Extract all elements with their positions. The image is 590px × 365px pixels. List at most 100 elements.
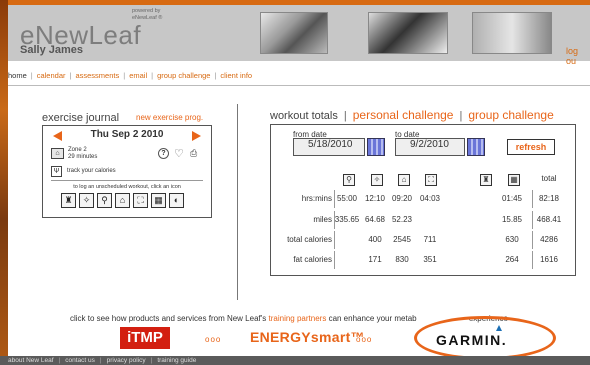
nav-separator: |	[151, 71, 154, 80]
footer-contact-link[interactable]: contact us	[65, 357, 95, 364]
footer-separator: |	[58, 357, 61, 364]
nav-calendar[interactable]: calendar	[37, 71, 66, 80]
bike-icon[interactable]: ⌂	[115, 193, 130, 208]
table-cell: 400	[368, 235, 382, 244]
energysmart-partner-logo[interactable]: ENERGYsmart™	[250, 329, 365, 345]
table-cell: 04:03	[419, 194, 441, 203]
footer-separator: |	[150, 357, 153, 364]
tennis-icon[interactable]: ◐	[169, 193, 184, 208]
table-cell: 630	[505, 235, 519, 244]
personal-challenge-link[interactable]: personal challenge	[353, 108, 454, 122]
training-partners-link[interactable]: training partners	[269, 314, 327, 323]
activity-header-row: ⚲ ✧ ⌂ ⛶ ♜ ▦ total	[271, 174, 575, 188]
nav-separator: |	[123, 71, 126, 80]
total-header: total	[541, 174, 557, 183]
table-cell: 64.68	[364, 215, 386, 224]
table-cell: 09:20	[391, 194, 413, 203]
table-row: fat calories 171 830 351 264 1616	[271, 251, 575, 269]
weights-icon[interactable]: ♜	[61, 193, 76, 208]
cell-divider	[334, 211, 335, 229]
footer-separator: |	[99, 357, 102, 364]
row-label: hrs:mins	[301, 194, 332, 203]
cell-divider	[532, 211, 533, 229]
partner-separator-dots: ooo	[205, 335, 222, 344]
powered-by-brand: eNewLeaf ®	[132, 15, 163, 21]
group-challenge-link[interactable]: group challenge	[468, 108, 553, 122]
scheduled-workout[interactable]: Zone 2 29 minutes	[68, 147, 97, 161]
help-icon[interactable]: ?	[158, 148, 169, 159]
row-label: fat calories	[293, 255, 332, 264]
table-cell: 1616	[540, 255, 558, 264]
workout-zone: Zone 2	[68, 147, 87, 153]
powered-by-line: powered by	[132, 8, 161, 14]
table-cell: 15.85	[501, 215, 523, 224]
table-cell: 12:10	[364, 194, 386, 203]
nav-home[interactable]: home	[8, 71, 27, 80]
from-date-input[interactable]: 5/18/2010	[293, 138, 365, 156]
nav-client-info[interactable]: client info	[220, 71, 252, 80]
walk-icon[interactable]: ⚲	[97, 193, 112, 208]
table-row: total calories 400 2545 711 630 4286	[271, 231, 575, 249]
to-calendar-icon[interactable]	[467, 138, 485, 156]
rower-icon[interactable]: ⛶	[133, 193, 148, 208]
nav-email[interactable]: email	[129, 71, 147, 80]
exercise-journal-panel: Thu Sep 2 2010 ⌂ Zone 2 29 minutes ? ♡ ⎙…	[42, 125, 212, 218]
table-cell: 2545	[393, 235, 411, 244]
workout-totals-header: workout totals | personal challenge | group …	[270, 108, 554, 122]
table-cell: 01:45	[501, 194, 523, 203]
column-divider	[237, 104, 238, 300]
workout-duration: 29 minutes	[68, 154, 98, 160]
row-label: miles	[313, 215, 332, 224]
print-icon[interactable]: ⎙	[190, 148, 197, 159]
from-calendar-icon[interactable]	[367, 138, 385, 156]
cell-divider	[532, 190, 533, 208]
heart-icon[interactable]: ♡	[174, 147, 184, 160]
refresh-button[interactable]: refresh	[507, 139, 555, 155]
log-workout-hint: to log an unscheduled workout, click an …	[73, 184, 181, 190]
sport-icon[interactable]: ▦	[151, 193, 166, 208]
to-date-input[interactable]: 9/2/2010	[395, 138, 465, 156]
left-decorative-strip	[0, 0, 8, 365]
table-cell: 52.23	[391, 215, 413, 224]
table-cell: 711	[423, 235, 437, 244]
nav-assessments[interactable]: assessments	[75, 71, 119, 80]
sport-icon: ▦	[508, 174, 520, 186]
partners-text-start: click to see how products and services f…	[70, 314, 267, 323]
logout-link[interactable]: log ou	[566, 46, 590, 66]
track-calories-link[interactable]: track your calories	[67, 168, 116, 174]
nav-separator: |	[69, 71, 72, 80]
nav-separator: |	[30, 71, 33, 80]
site-header: eNewLeaf powered by eNewLeaf ® Sally Jam…	[8, 0, 590, 66]
header-accent-bar	[8, 0, 590, 5]
footer-training-guide-link[interactable]: training guide	[157, 357, 196, 364]
footer-about-link[interactable]: about New Leaf	[8, 357, 54, 364]
workout-totals-panel: from date to date 5/18/2010 9/2/2010 ref…	[270, 124, 576, 276]
new-exercise-program-link[interactable]: new exercise prog.	[136, 113, 203, 122]
cell-divider	[334, 190, 335, 208]
header-separator: |	[459, 110, 463, 122]
highlight-circle	[414, 316, 556, 360]
next-day-arrow-icon[interactable]	[192, 131, 201, 141]
table-cell: 4286	[540, 235, 558, 244]
hero-image-jogger	[472, 12, 552, 54]
table-cell: 468.41	[536, 215, 562, 224]
footer-privacy-link[interactable]: privacy policy	[107, 357, 146, 364]
powered-by-text: powered by eNewLeaf ®	[132, 8, 162, 22]
partners-text-mid: can enhance your metab	[328, 314, 417, 323]
bike-workout-icon[interactable]: ⌂	[51, 148, 64, 159]
workout-totals-title: workout totals	[270, 110, 338, 122]
nav-separator: |	[214, 71, 217, 80]
walk-icon: ⚲	[343, 174, 355, 186]
activity-icon-row: ♜ ✧ ⚲ ⌂ ⛶ ▦ ◐	[61, 193, 184, 208]
nav-group-challenge[interactable]: group challenge	[157, 71, 210, 80]
weights-icon: ♜	[480, 174, 492, 186]
hero-image-cyclists	[260, 12, 328, 54]
stretch-icon[interactable]: ✧	[79, 193, 94, 208]
journal-divider	[51, 180, 203, 181]
fork-knife-icon[interactable]: Ψ	[51, 166, 62, 177]
itmp-partner-logo[interactable]: iTMP	[120, 327, 170, 349]
table-row: miles 335.65 64.68 52.23 15.85 468.41	[271, 211, 575, 229]
journal-date: Thu Sep 2 2010	[90, 129, 164, 140]
rower-icon: ⛶	[425, 174, 437, 186]
cell-divider	[334, 251, 335, 269]
